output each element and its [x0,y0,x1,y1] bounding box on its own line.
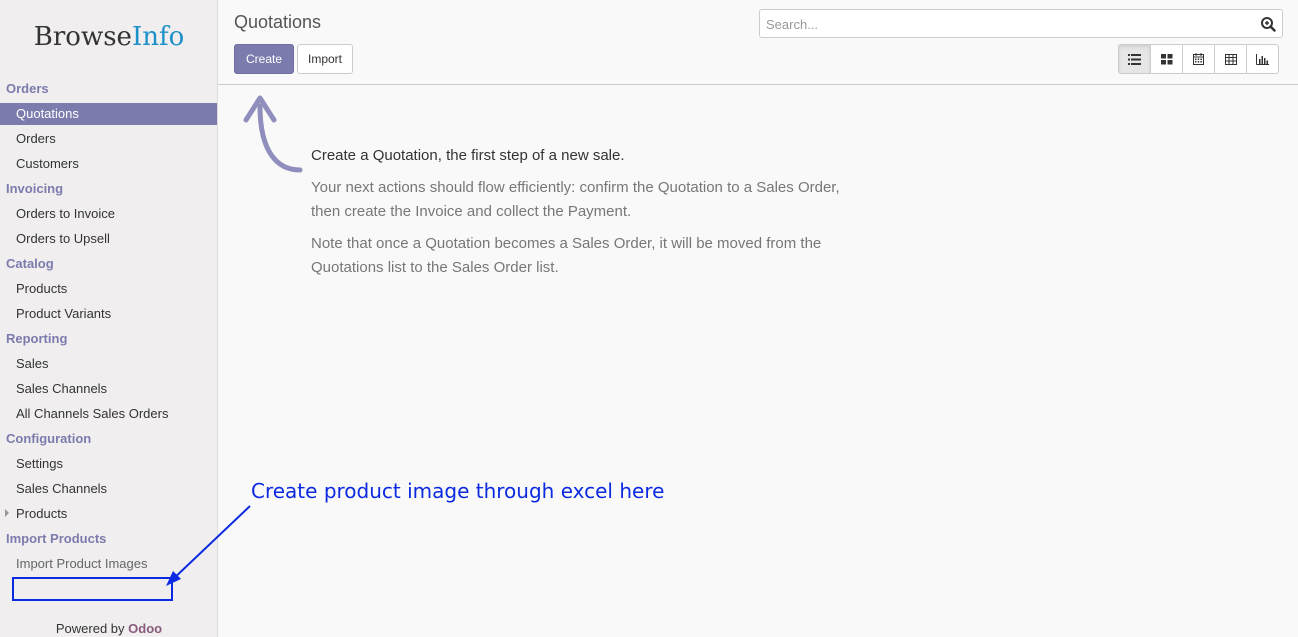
help-paragraph-1: Your next actions should flow efficientl… [311,176,911,224]
create-button[interactable]: Create [234,44,294,74]
powered-by: Powered by Odoo [0,621,218,636]
sidebar-item-sales-channels[interactable]: Sales Channels [0,376,217,401]
help-paragraph-1-line-1: Your next actions should flow efficientl… [311,179,840,196]
sidebar-item-label: Sales Channels [16,481,108,496]
sidebar-item-orders-to-upsell[interactable]: Orders to Upsell [0,226,217,251]
annotation-text: Create product image through excel here [251,479,665,503]
sidebar-item-label: Import Product Images [16,556,148,571]
sidebar-item-label: Orders to Upsell [16,231,110,246]
calendar-view-button[interactable] [1182,44,1215,74]
sidebar-item-customers[interactable]: Customers [0,151,217,176]
calendar-view-icon [1193,53,1204,65]
sidebar-item-label: Orders [16,131,56,146]
sidebar-section-configuration: Configuration [6,431,92,446]
import-button[interactable]: Import [297,44,353,74]
brand-logo[interactable]: BrowseInfo [0,22,218,52]
sidebar-section-reporting: Reporting [6,331,68,346]
list-view-button[interactable] [1118,44,1151,74]
sidebar-item-label: Quotations [16,106,79,121]
sidebar-item-label: Settings [16,456,63,471]
powered-by-text: Powered by [55,621,125,636]
sidebar-item-label: All Channels Sales Orders [16,406,169,421]
brand-logo-part2: Info [131,22,185,52]
sidebar-section-orders: Orders [6,81,49,96]
sidebar-item-orders[interactable]: Orders [0,126,217,151]
kanban-view-icon [1160,53,1172,64]
sidebar-item-label: Sales Channels [16,381,108,396]
annotation-highlight-box [12,577,173,601]
brand-logo-part1: Browse [33,22,132,52]
sidebar-item-label: Products [16,506,68,521]
help-paragraph-2: Note that once a Quotation becomes a Sal… [311,232,911,280]
sidebar-item-label: Orders to Invoice [16,206,115,221]
sidebar-item-products[interactable]: Products [0,276,217,301]
sidebar-item-all-channels-sales-orders[interactable]: All Channels Sales Orders [0,401,217,426]
pivot-view-button[interactable] [1214,44,1247,74]
control-panel: Quotations Create Import [218,0,1298,85]
help-paragraph-2-line-1: Note that once a Quotation becomes a Sal… [311,235,822,252]
annotation-arrow-icon [166,505,251,586]
search-icon[interactable] [1260,16,1276,32]
search-input[interactable] [766,15,1246,33]
search-box [759,9,1283,38]
sidebar-item-label: Product Variants [16,306,112,321]
help-title: Create a Quotation, the first step of a … [311,147,625,164]
sidebar-section-catalog: Catalog [6,256,54,271]
sidebar-item-label: Products [16,281,68,296]
odoo-link[interactable]: Odoo [128,621,162,636]
sidebar-item-label: Customers [16,156,79,171]
curved-up-arrow-icon [243,95,303,173]
sidebar-section-invoicing: Invoicing [6,181,64,196]
help-paragraph-1-line-2: then create the Invoice and collect the … [311,203,632,220]
caret-right-icon [5,509,9,517]
sidebar-item-orders-to-invoice[interactable]: Orders to Invoice [0,201,217,226]
graph-view-button[interactable] [1246,44,1279,74]
pivot-view-icon [1224,53,1237,65]
sidebar-item-product-variants[interactable]: Product Variants [0,301,217,326]
sidebar-item-settings[interactable]: Settings [0,451,217,476]
page-title: Quotations [234,12,322,32]
kanban-view-button[interactable] [1150,44,1183,74]
list-view-icon [1128,53,1141,65]
view-switcher [1118,44,1279,74]
sidebar-item-sales[interactable]: Sales [0,351,217,376]
graph-view-icon [1256,53,1269,65]
sidebar-item-sales-channels[interactable]: Sales Channels [0,476,217,501]
sidebar-item-quotations[interactable]: Quotations [0,103,217,125]
help-paragraph-2-line-2: Quotations list to the Sales Order list. [311,259,559,276]
sidebar-item-label: Sales [16,356,49,371]
